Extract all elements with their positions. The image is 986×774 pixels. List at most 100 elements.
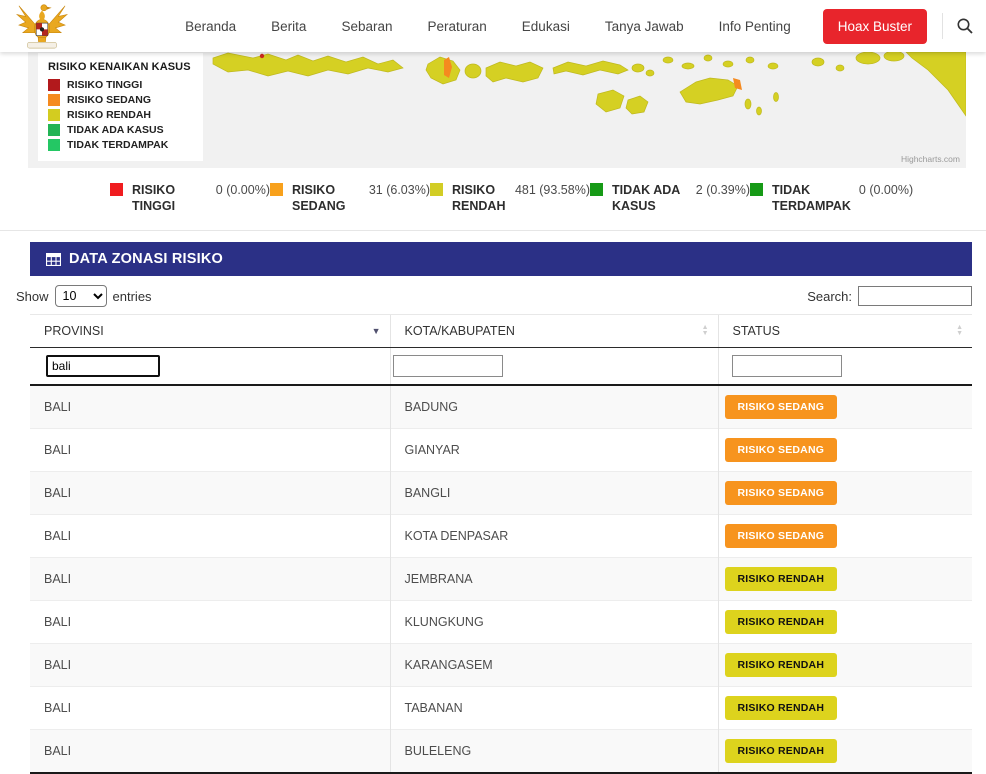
stat-value: 0 (0.00%): [859, 182, 913, 198]
cell-kota: JEMBRANA: [390, 558, 718, 601]
stat-label: TIDAK TERDAMPAK: [772, 182, 851, 214]
zone-stat-tidak-ada-kasus: TIDAK ADA KASUS2 (0.39%): [590, 182, 750, 214]
stat-swatch: [590, 183, 603, 196]
filter-cell-provinsi: [30, 348, 390, 386]
map-legend-item: RISIKO RENDAH: [48, 109, 191, 121]
nav-item-tanya-jawab[interactable]: Tanya Jawab: [605, 19, 684, 34]
cell-provinsi: BALI: [30, 385, 390, 429]
cell-status: RISIKO SEDANG: [718, 385, 972, 429]
show-label: Show: [16, 289, 49, 304]
section-title: DATA ZONASI RISIKO: [69, 251, 223, 267]
zone-stat-risiko-sedang: RISIKO SEDANG31 (6.03%): [270, 182, 430, 214]
status-badge: RISIKO RENDAH: [725, 696, 838, 720]
map-legend-item: RISIKO TINGGI: [48, 79, 191, 91]
table-controls: Show 10 entries Search:: [16, 285, 972, 307]
cell-kota: KOTA DENPASAR: [390, 515, 718, 558]
cell-provinsi: BALI: [30, 429, 390, 472]
sort-icon: ▲▼: [956, 325, 963, 337]
table-row: BALIBULELENGRISIKO RENDAH: [30, 730, 972, 774]
filter-input-status[interactable]: [732, 355, 842, 377]
sort-desc-icon: ▼: [372, 326, 381, 336]
pancasila-shield: [36, 23, 48, 35]
cell-kota: BADUNG: [390, 385, 718, 429]
column-label: STATUS: [733, 324, 780, 338]
entries-label: entries: [113, 289, 152, 304]
legend-item-label: TIDAK TERDAMPAK: [67, 139, 168, 151]
cell-status: RISIKO RENDAH: [718, 601, 972, 644]
legend-item-label: RISIKO RENDAH: [67, 109, 151, 121]
search-label: Search:: [807, 289, 852, 304]
table-row: BALITABANANRISIKO RENDAH: [30, 687, 972, 730]
table-header-row: PROVINSI▼ KOTA/KABUPATEN ▲▼ STATUS ▲▼: [30, 315, 972, 348]
table-row: BALIJEMBRANA RISIKO RENDAH: [30, 558, 972, 601]
cell-status: RISIKO RENDAH: [718, 644, 972, 687]
nav-item-sebaran[interactable]: Sebaran: [341, 19, 392, 34]
table-row: BALIKLUNGKUNGRISIKO RENDAH: [30, 601, 972, 644]
table-search: Search:: [807, 286, 972, 306]
cell-kota: KARANGASEM: [390, 644, 718, 687]
filter-cell-status: [718, 348, 972, 386]
column-header-provinsi[interactable]: PROVINSI▼: [30, 315, 390, 348]
cell-provinsi: BALI: [30, 472, 390, 515]
legend-swatch: [48, 109, 60, 121]
nav-item-info-penting[interactable]: Info Penting: [719, 19, 791, 34]
legend-swatch: [48, 139, 60, 151]
cell-status: RISIKO SEDANG: [718, 515, 972, 558]
table-row: BALIGIANYARRISIKO SEDANG: [30, 429, 972, 472]
data-zonasi-header: DATA ZONASI RISIKO: [30, 242, 972, 276]
cell-kota: KLUNGKUNG: [390, 601, 718, 644]
nav-item-berita[interactable]: Berita: [271, 19, 306, 34]
column-header-status[interactable]: STATUS ▲▼: [718, 315, 972, 348]
filter-cell-kota-kabupaten: [390, 348, 718, 386]
map-legend-item: TIDAK ADA KASUS: [48, 124, 191, 136]
cell-provinsi: BALI: [30, 730, 390, 774]
table-search-input[interactable]: [858, 286, 972, 306]
legend-item-label: TIDAK ADA KASUS: [67, 124, 164, 136]
cell-status: RISIKO RENDAH: [718, 558, 972, 601]
filter-input-provinsi[interactable]: [46, 355, 160, 377]
table-row: BALIBADUNG RISIKO SEDANG: [30, 385, 972, 429]
cell-status: RISIKO SEDANG: [718, 429, 972, 472]
stat-value: 481 (93.58%): [515, 182, 590, 198]
page-size-select[interactable]: 10: [55, 285, 107, 307]
cell-provinsi: BALI: [30, 558, 390, 601]
search-icon[interactable]: [956, 17, 974, 35]
status-badge: RISIKO SEDANG: [725, 395, 838, 419]
map-legend: RISIKO KENAIKAN KASUS RISIKO TINGGI RISIK…: [38, 53, 203, 161]
top-nav: Beranda Berita Sebaran Peraturan Edukasi Tany…: [0, 0, 986, 52]
column-header-kota-kabupaten[interactable]: KOTA/KABUPATEN ▲▼: [390, 315, 718, 348]
status-badge: RISIKO RENDAH: [725, 739, 838, 763]
column-label: KOTA/KABUPATEN: [405, 324, 515, 338]
filter-input-kota-kabupaten[interactable]: [393, 355, 503, 377]
status-badge: RISIKO SEDANG: [725, 524, 838, 548]
cell-status: RISIKO SEDANG: [718, 472, 972, 515]
cell-provinsi: BALI: [30, 601, 390, 644]
zone-stat-risiko-tinggi: RISIKO TINGGI0 (0.00%): [110, 182, 270, 214]
status-badge: RISIKO RENDAH: [725, 567, 838, 591]
section-divider: [0, 230, 986, 231]
stat-swatch: [750, 183, 763, 196]
cell-provinsi: BALI: [30, 515, 390, 558]
nav-item-peraturan[interactable]: Peraturan: [428, 19, 487, 34]
status-badge: RISIKO RENDAH: [725, 653, 838, 677]
status-badge: RISIKO SEDANG: [725, 481, 838, 505]
cell-provinsi: BALI: [30, 644, 390, 687]
hoax-buster-button[interactable]: Hoax Buster: [823, 9, 927, 44]
nav-item-edukasi[interactable]: Edukasi: [522, 19, 570, 34]
highcharts-credit[interactable]: Highcharts.com: [901, 154, 960, 164]
map-legend-item: TIDAK TERDAMPAK: [48, 139, 191, 151]
table-row: BALIKARANGASEM RISIKO RENDAH: [30, 644, 972, 687]
stat-label: TIDAK ADA KASUS: [612, 182, 688, 214]
legend-item-label: RISIKO SEDANG: [67, 94, 151, 106]
zone-statistics: RISIKO TINGGI0 (0.00%)RISIKO SEDANG31 (6…: [0, 168, 986, 224]
zonasi-table: PROVINSI▼KOTA/KABUPATEN▲▼STATUS▲▼ BALIBA…: [30, 314, 972, 774]
map-legend-title: RISIKO KENAIKAN KASUS: [48, 61, 191, 73]
stat-value: 31 (6.03%): [369, 182, 430, 198]
sort-icon: ▲▼: [702, 325, 709, 337]
table-grid-icon: [46, 253, 61, 266]
stat-label: RISIKO TINGGI: [132, 182, 208, 214]
stat-swatch: [270, 183, 283, 196]
nav-item-beranda[interactable]: Beranda: [185, 19, 236, 34]
status-badge: RISIKO SEDANG: [725, 438, 838, 462]
garuda-pancasila-logo: [14, 1, 70, 51]
